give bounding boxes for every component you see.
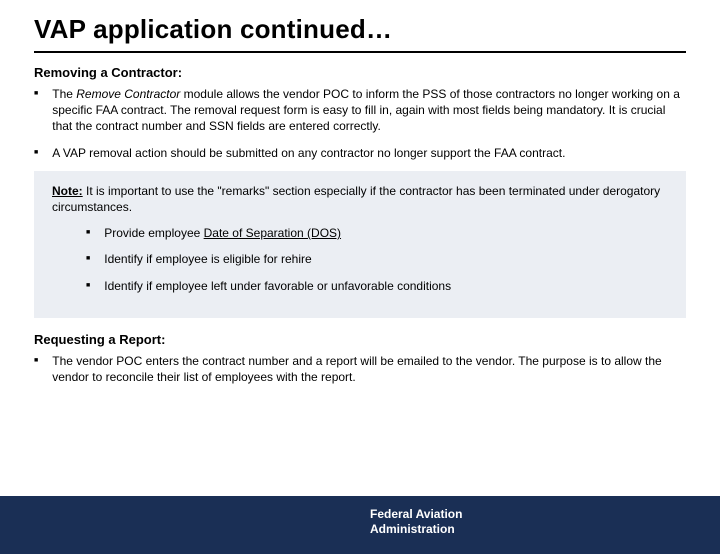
bullet-text: A VAP removal action should be submitted… xyxy=(52,145,565,161)
subhead-removing: Removing a Contractor: xyxy=(34,65,720,80)
bullet-text: Identify if employee is eligible for reh… xyxy=(104,251,311,267)
text-frag: Provide employee xyxy=(104,226,203,240)
title-rule xyxy=(34,51,686,53)
list-item: ■ Identify if employee is eligible for r… xyxy=(86,251,668,267)
bullets-removing: ■ The Remove Contractor module allows th… xyxy=(34,86,686,161)
bullet-icon: ■ xyxy=(34,90,38,135)
bullet-icon: ■ xyxy=(86,229,90,241)
page-title: VAP application continued… xyxy=(34,14,720,45)
bullet-text: The Remove Contractor module allows the … xyxy=(52,86,686,135)
note-label: Note: xyxy=(52,184,83,198)
text-frag: The xyxy=(52,87,76,101)
text-em: Remove Contractor xyxy=(76,87,180,101)
bullets-report: ■ The vendor POC enters the contract num… xyxy=(34,353,686,385)
bullet-icon: ■ xyxy=(86,282,90,294)
subhead-report: Requesting a Report: xyxy=(34,332,720,347)
agency-name: Federal Aviation Administration xyxy=(370,507,462,537)
footer-bar: Federal Aviation Administration xyxy=(0,496,720,554)
note-text: It is important to use the "remarks" sec… xyxy=(52,184,660,214)
agency-line1: Federal Aviation xyxy=(370,507,462,521)
list-item: ■ Provide employee Date of Separation (D… xyxy=(86,225,668,241)
bullet-text: The vendor POC enters the contract numbe… xyxy=(52,353,686,385)
list-item: ■ The vendor POC enters the contract num… xyxy=(34,353,686,385)
bullet-icon: ■ xyxy=(34,357,38,385)
list-item: ■ The Remove Contractor module allows th… xyxy=(34,86,686,135)
note-box: Note: It is important to use the "remark… xyxy=(34,171,686,318)
list-item: ■ A VAP removal action should be submitt… xyxy=(34,145,686,161)
bullet-icon: ■ xyxy=(86,255,90,267)
slide: VAP application continued… Removing a Co… xyxy=(0,14,720,554)
agency-line2: Administration xyxy=(370,522,455,536)
text-underline: Date of Separation (DOS) xyxy=(204,226,341,240)
bullet-icon: ■ xyxy=(34,149,38,161)
bullet-text: Provide employee Date of Separation (DOS… xyxy=(104,225,341,241)
note-line: Note: It is important to use the "remark… xyxy=(52,183,668,215)
note-inner-list: ■ Provide employee Date of Separation (D… xyxy=(86,225,668,294)
bullet-text: Identify if employee left under favorabl… xyxy=(104,278,451,294)
list-item: ■ Identify if employee left under favora… xyxy=(86,278,668,294)
